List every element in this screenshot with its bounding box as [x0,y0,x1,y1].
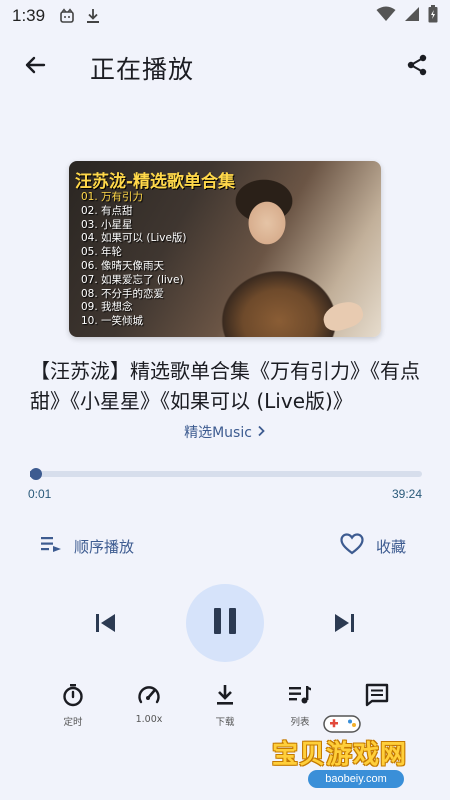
cover-title: 汪苏泷-精选歌单合集 [75,172,236,192]
battery-icon [428,4,438,28]
speed-button[interactable]: 1.00x [119,682,179,725]
watermark-text: 宝贝游戏网 [272,740,408,770]
cover-track: 02. 有点甜 [81,204,133,217]
album-link[interactable]: 精选Music [0,422,450,442]
app-bar: 正在播放 [0,40,450,92]
album-link-label: 精选Music [184,425,252,441]
cover-track: 09. 我想念 [81,301,133,314]
stopwatch-icon [60,682,86,708]
progress-slider[interactable] [30,468,422,480]
cover-track: 06. 像晴天像雨天 [81,259,165,272]
share-button[interactable] [402,52,432,82]
download-button[interactable]: 下载 [195,682,255,728]
comment-icon [364,682,390,708]
chevron-right-icon [256,425,266,441]
cover-track: 05. 年轮 [81,246,123,259]
current-time: 0:01 [28,487,52,501]
share-icon [405,53,429,81]
cover-tracklist: 01. 万有引力 02. 有点甜 03. 小星星 04. 如果可以 (Live版… [81,191,187,329]
timer-button[interactable]: 定时 [43,682,103,728]
gamepad-icon [320,712,364,736]
pause-button[interactable] [186,584,264,662]
progress-track [30,471,422,477]
wifi-icon [376,6,396,27]
cat-notification-icon [59,8,75,24]
arrow-left-icon [23,53,47,81]
status-time: 1:39 [12,6,46,25]
cover-track: 01. 万有引力 [81,191,144,203]
page-title: 正在播放 [90,55,195,84]
progress-thumb[interactable] [30,468,43,480]
play-mode-button[interactable]: 顺序播放 [40,533,134,559]
speedometer-icon [136,682,162,708]
pause-icon [211,606,239,640]
favorite-label: 收藏 [375,537,406,556]
heart-icon [340,533,364,559]
watermark-url: baobeiy.com [308,770,404,788]
signal-icon [404,6,420,27]
speed-label: 1.00x [135,714,163,725]
album-cover: 汪苏泷-精选歌单合集 01. 万有引力 02. 有点甜 03. 小星星 04. … [69,161,381,337]
download-icon [212,682,238,708]
play-mode-label: 顺序播放 [74,537,135,556]
playlist-icon [287,682,313,708]
cover-track: 07. 如果爱忘了 (live) [81,273,184,286]
status-bar: 1:39 [0,0,450,32]
sequential-play-icon [40,534,62,558]
skip-previous-icon [93,614,119,640]
song-title: 【汪苏泷】精选歌单合集《万有引力》《有点甜》《小星星》《如果可以 (Live版)… [30,359,420,413]
favorite-button[interactable]: 收藏 [340,533,406,559]
watermark: 宝贝游戏网 baobeiy.com [268,712,448,798]
cover-track: 04. 如果可以 (Live版) [81,232,187,245]
cover-track: 03. 小星星 [81,218,133,231]
download-icon [85,8,101,24]
next-button[interactable] [331,610,357,636]
cover-track: 08. 不分手的恋爱 [81,287,165,300]
back-button[interactable] [20,52,50,82]
cover-track: 10. 一笑倾城 [81,315,144,328]
download-label: 下载 [215,717,235,728]
timer-label: 定时 [63,717,83,728]
skip-next-icon [331,614,357,640]
previous-button[interactable] [93,610,119,636]
total-time: 39:24 [391,487,422,501]
comments-button[interactable] [347,682,407,708]
